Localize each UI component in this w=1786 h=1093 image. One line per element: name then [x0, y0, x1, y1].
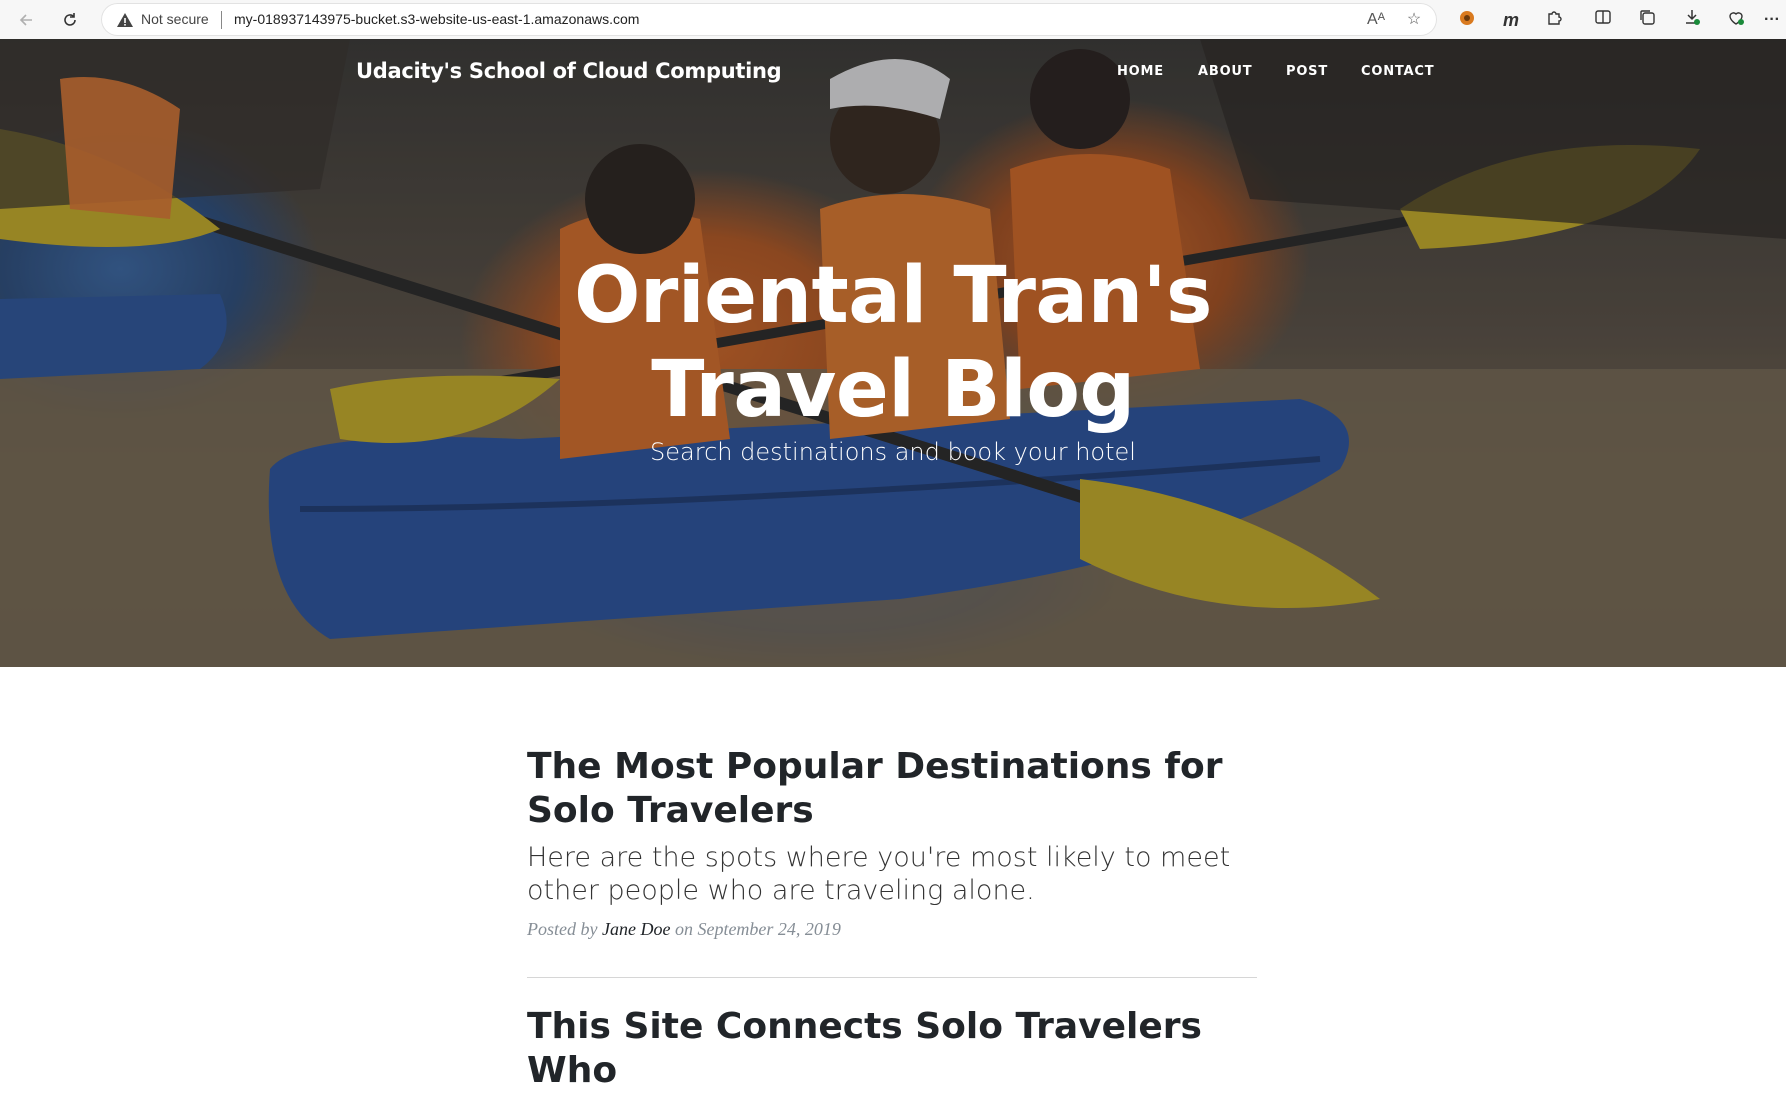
puzzle-icon[interactable] — [1543, 8, 1567, 32]
more-icon[interactable]: ··· — [1760, 8, 1784, 32]
collections-icon[interactable] — [1635, 8, 1659, 32]
nav-home[interactable]: HOME — [1117, 64, 1164, 79]
url-text[interactable]: my-018937143975-bucket.s3-website-us-eas… — [234, 11, 639, 27]
nav-contact[interactable]: CONTACT — [1361, 64, 1434, 79]
nav-about[interactable]: ABOUT — [1198, 64, 1252, 79]
site-brand[interactable]: Udacity's School of Cloud Computing — [356, 59, 782, 83]
extension-icon[interactable] — [1455, 8, 1479, 32]
hero-title: Oriental Tran's Travel Blog — [0, 249, 1786, 437]
hero-banner: Udacity's School of Cloud Computing HOME… — [0, 39, 1786, 667]
post-preview[interactable]: This Site Connects Solo Travelers Who — [527, 1005, 1257, 1093]
post-meta-prefix: Posted by — [527, 919, 598, 939]
browser-essentials-icon[interactable] — [1724, 8, 1748, 32]
downloads-icon[interactable] — [1680, 8, 1704, 32]
nav-post[interactable]: POST — [1286, 64, 1328, 79]
m-extension-icon[interactable]: m — [1499, 8, 1523, 32]
reload-icon[interactable] — [56, 6, 84, 34]
browser-toolbar: Not secure my-018937143975-bucket.s3-web… — [0, 0, 1786, 40]
post-subtitle[interactable]: Here are the spots where you're most lik… — [527, 841, 1257, 907]
post-meta: Posted by Jane Doe on September 24, 2019 — [527, 919, 1257, 940]
post-title[interactable]: This Site Connects Solo Travelers Who — [527, 1005, 1257, 1093]
post-meta-on: on — [674, 919, 693, 939]
warning-icon[interactable] — [116, 11, 134, 29]
hero-title-line1: Oriental Tran's — [574, 251, 1212, 341]
hero-subtitle: Search destinations and book your hotel — [650, 438, 1136, 466]
post-date: September 24, 2019 — [697, 919, 841, 939]
split-screen-icon[interactable] — [1591, 8, 1615, 32]
favorite-star-icon[interactable]: ☆ — [1403, 9, 1425, 31]
back-icon[interactable] — [12, 6, 40, 34]
address-bar[interactable]: Not secure my-018937143975-bucket.s3-web… — [101, 3, 1437, 36]
hero-title-line2: Travel Blog — [651, 345, 1135, 435]
post-title[interactable]: The Most Popular Destinations for Solo T… — [527, 745, 1257, 833]
post-author[interactable]: Jane Doe — [602, 919, 670, 939]
post-preview[interactable]: The Most Popular Destinations for Solo T… — [527, 745, 1257, 958]
separator — [221, 11, 222, 29]
post-divider — [527, 977, 1257, 978]
read-aloud-icon[interactable]: Aᴬ — [1365, 9, 1387, 31]
security-label[interactable]: Not secure — [141, 11, 209, 27]
